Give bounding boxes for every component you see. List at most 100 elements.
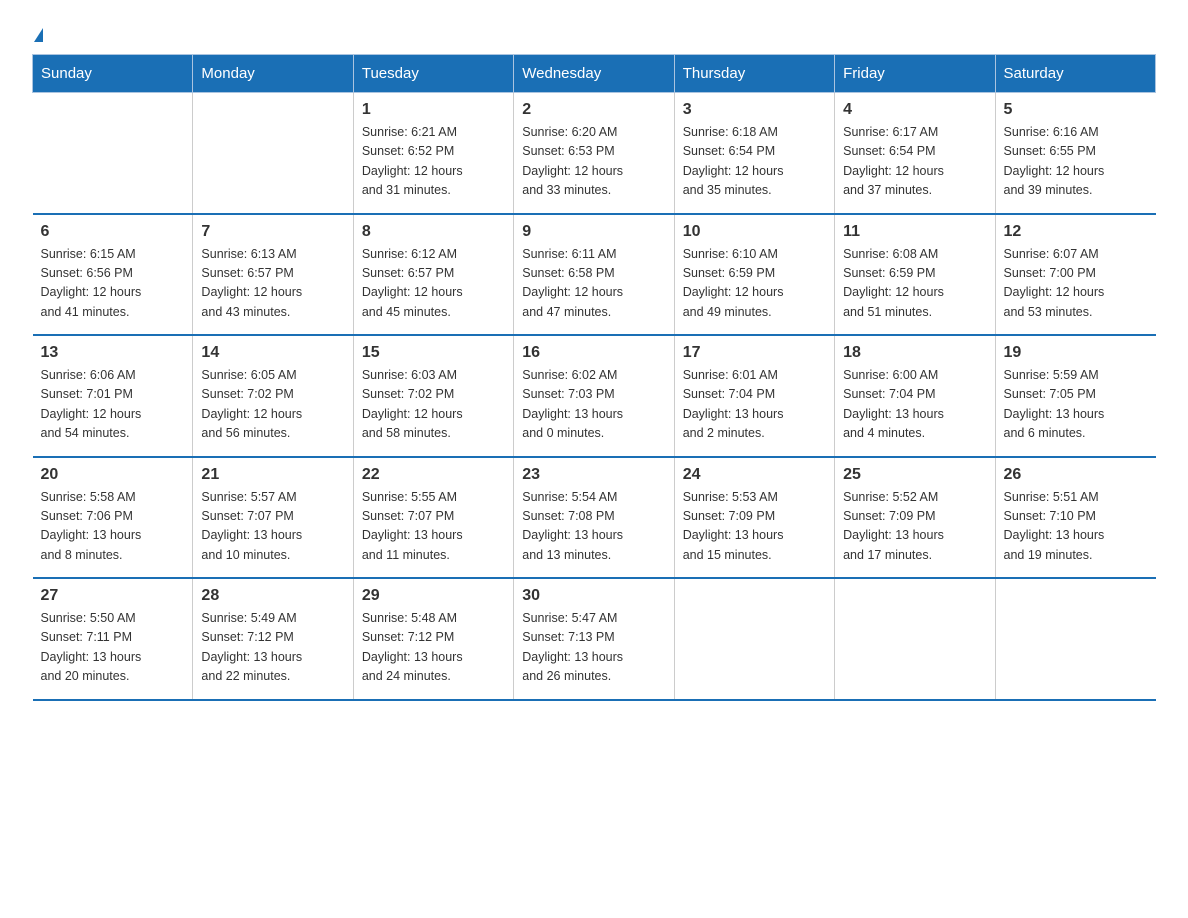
calendar-cell: 6 Sunrise: 6:15 AM Sunset: 6:56 PM Daylig… [33,214,193,336]
calendar-cell: 27 Sunrise: 5:50 AM Sunset: 7:11 PM Dayli… [33,578,193,700]
calendar-cell: 13 Sunrise: 6:06 AM Sunset: 7:01 PM Dayli… [33,335,193,457]
day-number: 29 [362,587,505,605]
day-info: Sunrise: 5:57 AM Sunset: 7:07 PM Dayligh… [201,488,344,566]
day-number: 25 [843,466,986,484]
calendar-cell: 16Sunrise: 6:02 AM Sunset: 7:03 PM Dayli… [514,335,674,457]
day-number: 4 [843,101,986,119]
day-info: Sunrise: 6:07 AM Sunset: 7:00 PM Dayligh… [1004,245,1148,323]
calendar-week-row: 1 Sunrise: 6:21 AM Sunset: 6:52 PM Daylig… [33,93,1156,214]
day-info: Sunrise: 6:20 AM Sunset: 6:53 PM Dayligh… [522,123,665,201]
calendar-cell: 21 Sunrise: 5:57 AM Sunset: 7:07 PM Dayli… [193,457,353,579]
day-info: Sunrise: 6:17 AM Sunset: 6:54 PM Dayligh… [843,123,986,201]
day-number: 30 [522,587,665,605]
weekday-header-thursday: Thursday [674,55,834,93]
day-number: 8 [362,223,505,241]
calendar-cell: 24 Sunrise: 5:53 AM Sunset: 7:09 PM Dayli… [674,457,834,579]
calendar-table: SundayMondayTuesdayWednesdayThursdayFrid… [32,54,1156,701]
day-info: Sunrise: 5:55 AM Sunset: 7:07 PM Dayligh… [362,488,505,566]
day-info: Sunrise: 5:47 AM Sunset: 7:13 PM Dayligh… [522,609,665,687]
day-info: Sunrise: 6:02 AM Sunset: 7:03 PM Dayligh… [522,366,665,444]
calendar-cell [33,93,193,214]
day-number: 28 [201,587,344,605]
day-number: 6 [41,223,185,241]
calendar-cell: 2 Sunrise: 6:20 AM Sunset: 6:53 PM Daylig… [514,93,674,214]
calendar-week-row: 13 Sunrise: 6:06 AM Sunset: 7:01 PM Dayli… [33,335,1156,457]
weekday-header-monday: Monday [193,55,353,93]
day-info: Sunrise: 5:51 AM Sunset: 7:10 PM Dayligh… [1004,488,1148,566]
calendar-cell: 26 Sunrise: 5:51 AM Sunset: 7:10 PM Dayli… [995,457,1155,579]
logo [32,24,43,44]
day-info: Sunrise: 5:54 AM Sunset: 7:08 PM Dayligh… [522,488,665,566]
calendar-week-row: 6 Sunrise: 6:15 AM Sunset: 6:56 PM Daylig… [33,214,1156,336]
calendar-week-row: 27 Sunrise: 5:50 AM Sunset: 7:11 PM Dayli… [33,578,1156,700]
day-info: Sunrise: 6:05 AM Sunset: 7:02 PM Dayligh… [201,366,344,444]
day-number: 24 [683,466,826,484]
calendar-cell: 30 Sunrise: 5:47 AM Sunset: 7:13 PM Dayli… [514,578,674,700]
calendar-cell: 20 Sunrise: 5:58 AM Sunset: 7:06 PM Dayli… [33,457,193,579]
calendar-cell: 10Sunrise: 6:10 AM Sunset: 6:59 PM Dayli… [674,214,834,336]
day-info: Sunrise: 5:49 AM Sunset: 7:12 PM Dayligh… [201,609,344,687]
day-number: 5 [1004,101,1148,119]
calendar-cell [995,578,1155,700]
calendar-cell: 15 Sunrise: 6:03 AM Sunset: 7:02 PM Dayli… [353,335,513,457]
day-number: 15 [362,344,505,362]
day-number: 17 [683,344,826,362]
page-header [32,24,1156,44]
calendar-cell: 8 Sunrise: 6:12 AM Sunset: 6:57 PM Daylig… [353,214,513,336]
day-number: 27 [41,587,185,605]
day-number: 7 [201,223,344,241]
day-number: 22 [362,466,505,484]
day-info: Sunrise: 6:06 AM Sunset: 7:01 PM Dayligh… [41,366,185,444]
day-number: 20 [41,466,185,484]
day-info: Sunrise: 6:21 AM Sunset: 6:52 PM Dayligh… [362,123,505,201]
calendar-cell [674,578,834,700]
calendar-cell: 19Sunrise: 5:59 AM Sunset: 7:05 PM Dayli… [995,335,1155,457]
day-info: Sunrise: 5:50 AM Sunset: 7:11 PM Dayligh… [41,609,185,687]
calendar-cell: 12 Sunrise: 6:07 AM Sunset: 7:00 PM Dayli… [995,214,1155,336]
calendar-header-row: SundayMondayTuesdayWednesdayThursdayFrid… [33,55,1156,93]
day-info: Sunrise: 6:18 AM Sunset: 6:54 PM Dayligh… [683,123,826,201]
calendar-cell: 25 Sunrise: 5:52 AM Sunset: 7:09 PM Dayli… [835,457,995,579]
weekday-header-friday: Friday [835,55,995,93]
weekday-header-wednesday: Wednesday [514,55,674,93]
day-number: 13 [41,344,185,362]
calendar-week-row: 20 Sunrise: 5:58 AM Sunset: 7:06 PM Dayli… [33,457,1156,579]
calendar-cell: 5Sunrise: 6:16 AM Sunset: 6:55 PM Daylig… [995,93,1155,214]
day-info: Sunrise: 6:00 AM Sunset: 7:04 PM Dayligh… [843,366,986,444]
day-info: Sunrise: 5:48 AM Sunset: 7:12 PM Dayligh… [362,609,505,687]
day-info: Sunrise: 5:58 AM Sunset: 7:06 PM Dayligh… [41,488,185,566]
weekday-header-saturday: Saturday [995,55,1155,93]
day-info: Sunrise: 6:03 AM Sunset: 7:02 PM Dayligh… [362,366,505,444]
calendar-cell: 29 Sunrise: 5:48 AM Sunset: 7:12 PM Dayli… [353,578,513,700]
day-number: 12 [1004,223,1148,241]
day-info: Sunrise: 6:12 AM Sunset: 6:57 PM Dayligh… [362,245,505,323]
day-number: 26 [1004,466,1148,484]
day-info: Sunrise: 6:13 AM Sunset: 6:57 PM Dayligh… [201,245,344,323]
day-number: 2 [522,101,665,119]
calendar-cell [193,93,353,214]
day-number: 1 [362,101,505,119]
day-info: Sunrise: 5:53 AM Sunset: 7:09 PM Dayligh… [683,488,826,566]
calendar-cell: 17 Sunrise: 6:01 AM Sunset: 7:04 PM Dayli… [674,335,834,457]
day-info: Sunrise: 5:52 AM Sunset: 7:09 PM Dayligh… [843,488,986,566]
day-number: 19 [1004,344,1148,362]
day-number: 10 [683,223,826,241]
calendar-cell: 22 Sunrise: 5:55 AM Sunset: 7:07 PM Dayli… [353,457,513,579]
calendar-cell: 9 Sunrise: 6:11 AM Sunset: 6:58 PM Daylig… [514,214,674,336]
day-number: 3 [683,101,826,119]
day-number: 18 [843,344,986,362]
calendar-cell: 23Sunrise: 5:54 AM Sunset: 7:08 PM Dayli… [514,457,674,579]
day-info: Sunrise: 6:01 AM Sunset: 7:04 PM Dayligh… [683,366,826,444]
weekday-header-tuesday: Tuesday [353,55,513,93]
calendar-cell: 18 Sunrise: 6:00 AM Sunset: 7:04 PM Dayli… [835,335,995,457]
day-number: 21 [201,466,344,484]
calendar-cell: 7 Sunrise: 6:13 AM Sunset: 6:57 PM Daylig… [193,214,353,336]
day-info: Sunrise: 6:15 AM Sunset: 6:56 PM Dayligh… [41,245,185,323]
weekday-header-sunday: Sunday [33,55,193,93]
day-info: Sunrise: 6:11 AM Sunset: 6:58 PM Dayligh… [522,245,665,323]
logo-triangle-icon [34,28,43,42]
calendar-cell: 28 Sunrise: 5:49 AM Sunset: 7:12 PM Dayli… [193,578,353,700]
day-number: 9 [522,223,665,241]
calendar-cell: 1 Sunrise: 6:21 AM Sunset: 6:52 PM Daylig… [353,93,513,214]
calendar-cell: 14Sunrise: 6:05 AM Sunset: 7:02 PM Dayli… [193,335,353,457]
